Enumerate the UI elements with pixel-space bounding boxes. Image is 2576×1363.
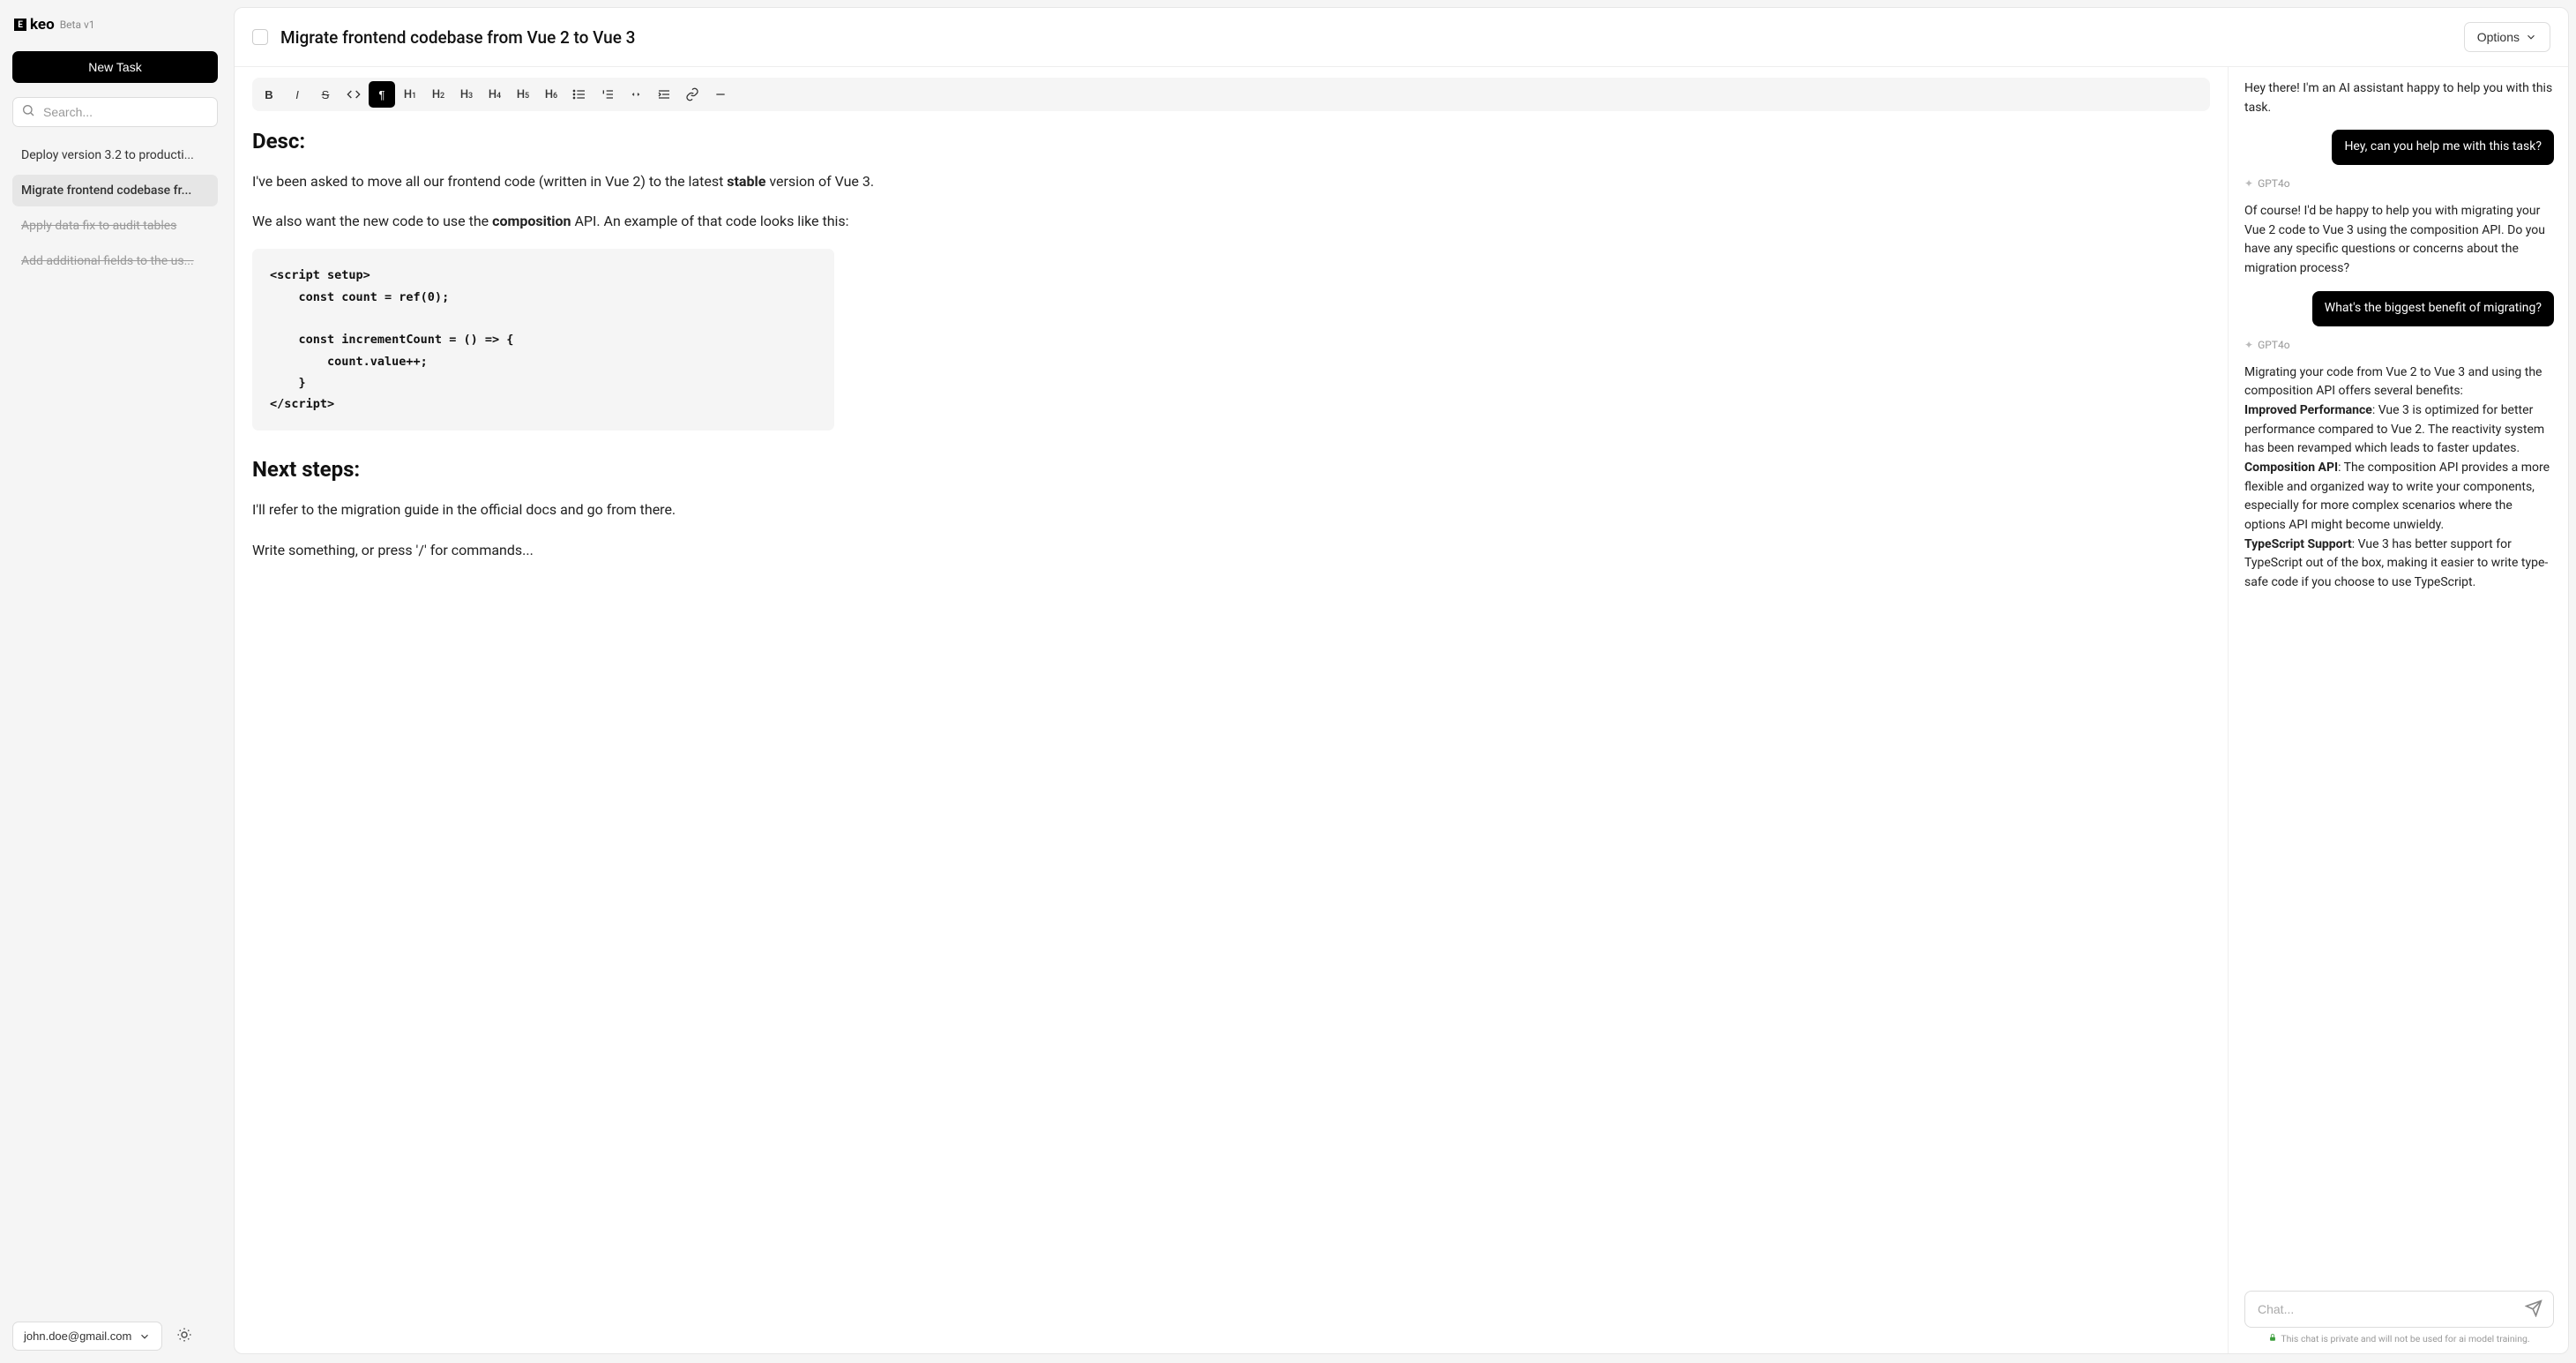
sparkle-icon: ✦ <box>2244 339 2253 351</box>
task-item[interactable]: Migrate frontend codebase fr... <box>12 175 218 206</box>
heading: Next steps: <box>252 457 2210 482</box>
user-message: Hey, can you help me with this task? <box>2332 130 2554 165</box>
logo-text: keo <box>30 16 55 34</box>
h3-button[interactable]: H3 <box>453 81 480 108</box>
divider-button[interactable] <box>707 81 734 108</box>
options-button[interactable]: Options <box>2464 22 2550 52</box>
task-card: Migrate frontend codebase from Vue 2 to … <box>234 7 2569 1354</box>
ordered-list-button[interactable] <box>594 81 621 108</box>
theme-toggle-button[interactable] <box>171 1322 198 1351</box>
editor-content[interactable]: Desc: I've been asked to move all our fr… <box>252 129 2210 562</box>
logo-icon: E <box>14 19 26 31</box>
blockquote-button[interactable] <box>623 81 649 108</box>
chat-pane: Hey there! I'm an AI assistant happy to … <box>2229 67 2568 1353</box>
h4-button[interactable]: H4 <box>482 81 508 108</box>
paragraph-button[interactable]: ¶ <box>369 81 395 108</box>
italic-button[interactable]: I <box>284 81 310 108</box>
model-label: ✦GPT4o <box>2244 177 2554 190</box>
user-email: john.doe@gmail.com <box>24 1329 131 1343</box>
editor-toolbar: B I S ¶ H1 H2 H3 H4 H5 H6 <box>252 78 2210 111</box>
send-icon <box>2525 1299 2542 1317</box>
assistant-message: Hey there! I'm an AI assistant happy to … <box>2244 79 2554 117</box>
strike-button[interactable]: S <box>312 81 339 108</box>
chat-input-row <box>2244 1291 2554 1328</box>
assistant-message: Of course! I'd be happy to help you with… <box>2244 202 2554 279</box>
model-label: ✦GPT4o <box>2244 339 2554 351</box>
search-icon <box>21 103 35 121</box>
sidebar: E keo Beta v1 New Task Deploy version 3.… <box>0 0 227 1363</box>
h5-button[interactable]: H5 <box>510 81 536 108</box>
paragraph: I've been asked to move all our frontend… <box>252 169 2210 193</box>
indent-button[interactable] <box>651 81 677 108</box>
new-task-button[interactable]: New Task <box>12 51 218 83</box>
code-button[interactable] <box>340 81 367 108</box>
editor-placeholder: Write something, or press '/' for comman… <box>252 538 2210 562</box>
h2-button[interactable]: H2 <box>425 81 452 108</box>
chevron-down-icon <box>2525 31 2537 43</box>
logo: E keo Beta v1 <box>12 16 218 34</box>
task-item[interactable]: Apply data fix to audit tables <box>12 210 218 242</box>
paragraph: We also want the new code to use the com… <box>252 209 2210 233</box>
task-title: Migrate frontend codebase from Vue 2 to … <box>280 27 2464 48</box>
sparkle-icon: ✦ <box>2244 177 2253 190</box>
h6-button[interactable]: H6 <box>538 81 564 108</box>
search-input[interactable] <box>12 97 218 127</box>
send-button[interactable] <box>2520 1296 2548 1323</box>
task-list: Deploy version 3.2 to producti... Migrat… <box>12 139 218 1322</box>
chevron-down-icon <box>138 1330 151 1343</box>
chat-input[interactable] <box>2258 1295 2520 1323</box>
chat-messages: Hey there! I'm an AI assistant happy to … <box>2244 79 2554 1282</box>
paragraph: I'll refer to the migration guide in the… <box>252 498 2210 521</box>
search-input-wrap <box>12 97 218 127</box>
card-body: B I S ¶ H1 H2 H3 H4 H5 H6 <box>235 67 2568 1353</box>
code-block: <script setup> const count = ref(0); con… <box>252 249 834 431</box>
sidebar-footer: john.doe@gmail.com <box>12 1322 218 1351</box>
assistant-message: Migrating your code from Vue 2 to Vue 3 … <box>2244 363 2554 593</box>
task-item[interactable]: Add additional fields to the us... <box>12 245 218 277</box>
h1-button[interactable]: H1 <box>397 81 423 108</box>
task-item[interactable]: Deploy version 3.2 to producti... <box>12 139 218 171</box>
bullet-list-button[interactable] <box>566 81 593 108</box>
options-label: Options <box>2477 30 2520 44</box>
card-header: Migrate frontend codebase from Vue 2 to … <box>235 8 2568 67</box>
bold-button[interactable]: B <box>256 81 282 108</box>
user-message: What's the biggest benefit of migrating? <box>2312 291 2554 326</box>
sun-icon <box>176 1327 192 1343</box>
editor-pane: B I S ¶ H1 H2 H3 H4 H5 H6 <box>235 67 2229 1353</box>
lock-icon <box>2268 1333 2277 1344</box>
link-button[interactable] <box>679 81 706 108</box>
heading: Desc: <box>252 129 2210 154</box>
main: Migrate frontend codebase from Vue 2 to … <box>227 0 2576 1363</box>
chat-disclaimer: This chat is private and will not be use… <box>2244 1333 2554 1344</box>
task-checkbox[interactable] <box>252 29 268 45</box>
logo-beta-badge: Beta v1 <box>60 19 95 31</box>
user-menu-button[interactable]: john.doe@gmail.com <box>12 1322 162 1351</box>
